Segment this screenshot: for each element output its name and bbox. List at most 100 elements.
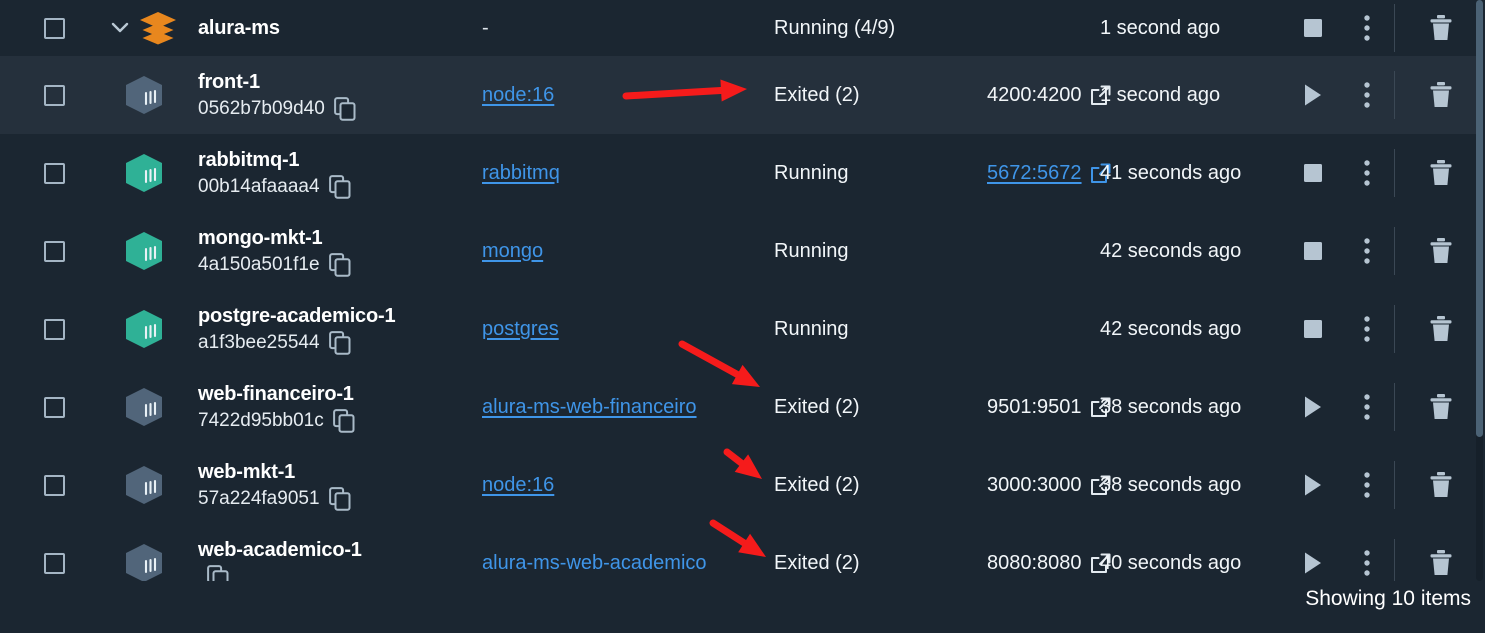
port-cell: 4200:4200: [987, 84, 1111, 107]
row-content: postgre-academico-1 a1f3bee25544 postgres R…: [14, 290, 1478, 368]
stop-button[interactable]: [1302, 318, 1324, 340]
row-select-cell: [14, 240, 94, 262]
delete-button[interactable]: [1428, 549, 1454, 577]
more-actions-cell: [1340, 14, 1394, 42]
row-content: rabbitmq-1 00b14afaaaa4 rabbitmq Running 567…: [14, 134, 1478, 212]
status-text: Exited (2): [774, 83, 860, 106]
start-button[interactable]: [1302, 395, 1324, 419]
row-select-cell: [14, 552, 94, 574]
name-cell: web-academico-1: [194, 538, 482, 581]
row-checkbox[interactable]: [43, 396, 65, 418]
port-mapping[interactable]: 3000:3000: [987, 474, 1082, 497]
copy-id-icon[interactable]: [328, 486, 351, 511]
delete-button[interactable]: [1428, 14, 1454, 42]
image-cell: node:16: [482, 474, 774, 497]
delete-button[interactable]: [1428, 237, 1454, 265]
row-checkbox[interactable]: [43, 162, 65, 184]
container-running-icon: [122, 308, 166, 350]
table-row[interactable]: postgre-academico-1 a1f3bee25544 postgres R…: [0, 290, 1478, 368]
more-actions-icon[interactable]: [1363, 393, 1371, 421]
image-link[interactable]: postgres: [482, 318, 559, 340]
more-actions-icon[interactable]: [1363, 237, 1371, 265]
more-actions-icon[interactable]: [1363, 14, 1371, 42]
name-cell: postgre-academico-1 a1f3bee25544: [194, 304, 482, 355]
image-cell: node:16: [482, 84, 774, 107]
row-content: web-mkt-1 57a224fa9051 node:16 Exited (2) 30…: [14, 446, 1478, 524]
image-cell: -: [482, 17, 774, 40]
delete-button[interactable]: [1428, 315, 1454, 343]
image-none: -: [482, 16, 489, 39]
row-checkbox[interactable]: [43, 17, 65, 39]
delete-button[interactable]: [1428, 393, 1454, 421]
start-button[interactable]: [1302, 473, 1324, 497]
vertical-scrollbar-thumb[interactable]: [1476, 0, 1483, 437]
row-content: web-academico-1 alura-ms-web-academico Exi…: [14, 524, 1478, 581]
port-mapping[interactable]: 4200:4200: [987, 84, 1082, 107]
stop-button[interactable]: [1302, 17, 1324, 39]
container-id-row: 00b14afaaaa4: [198, 174, 482, 199]
table-row[interactable]: web-mkt-1 57a224fa9051 node:16 Exited (2) 30…: [0, 446, 1478, 524]
port-mapping[interactable]: 8080:8080: [987, 552, 1082, 575]
delete-button[interactable]: [1428, 159, 1454, 187]
created-cell: 42 seconds ago: [1100, 240, 1286, 263]
table-row[interactable]: web-financeiro-1 7422d95bb01c alura-ms-web…: [0, 368, 1478, 446]
delete-cell: [1395, 159, 1478, 187]
container-id: 00b14afaaaa4: [198, 176, 320, 197]
copy-id-icon[interactable]: [328, 252, 351, 277]
created-text: 40 seconds ago: [1100, 551, 1242, 574]
image-link[interactable]: node:16: [482, 474, 554, 496]
table-row[interactable]: front-1 0562b7b09d40 node:16 Exited (2) 4200…: [0, 56, 1478, 134]
more-actions-icon[interactable]: [1363, 471, 1371, 499]
image-link[interactable]: mongo: [482, 240, 543, 262]
table-row[interactable]: web-academico-1 alura-ms-web-academico Exi…: [0, 524, 1478, 581]
delete-cell: [1395, 81, 1478, 109]
image-link[interactable]: alura-ms-web-academico: [482, 552, 707, 574]
stop-button[interactable]: [1302, 162, 1324, 184]
delete-button[interactable]: [1428, 471, 1454, 499]
chevron-down-icon[interactable]: [111, 22, 129, 34]
more-actions-icon[interactable]: [1363, 81, 1371, 109]
copy-id-icon[interactable]: [207, 564, 229, 581]
more-actions-icon[interactable]: [1363, 315, 1371, 343]
container-name: web-financeiro-1: [198, 382, 354, 405]
image-link[interactable]: alura-ms-web-financeiro: [482, 396, 697, 418]
created-cell: 40 seconds ago: [1100, 552, 1286, 575]
more-actions-icon[interactable]: [1363, 549, 1371, 577]
stack-icon-group: [111, 11, 177, 45]
image-link[interactable]: node:16: [482, 84, 554, 106]
image-cell: mongo: [482, 240, 774, 263]
port-group: 3000:3000: [987, 474, 1111, 497]
container-name: web-mkt-1: [198, 460, 296, 483]
copy-id-icon[interactable]: [328, 330, 351, 355]
row-checkbox[interactable]: [43, 84, 65, 106]
delete-button[interactable]: [1428, 81, 1454, 109]
row-checkbox[interactable]: [43, 240, 65, 262]
start-button[interactable]: [1302, 551, 1324, 575]
copy-id-icon[interactable]: [332, 408, 355, 433]
start-stop-cell: [1286, 240, 1340, 262]
table-row[interactable]: mongo-mkt-1 4a150a501f1e mongo Running 42 se…: [0, 212, 1478, 290]
copy-id-icon[interactable]: [328, 174, 351, 199]
delete-cell: [1395, 393, 1478, 421]
row-checkbox[interactable]: [43, 474, 65, 496]
status-text: Running: [774, 239, 849, 262]
status-text: Exited (2): [774, 395, 860, 418]
port-mapping[interactable]: 5672:5672: [987, 162, 1082, 185]
stop-button[interactable]: [1302, 240, 1324, 262]
port-mapping[interactable]: 9501:9501: [987, 396, 1082, 419]
start-button[interactable]: [1302, 83, 1324, 107]
more-actions-cell: [1340, 237, 1394, 265]
more-actions-icon[interactable]: [1363, 159, 1371, 187]
row-checkbox[interactable]: [43, 552, 65, 574]
row-checkbox[interactable]: [43, 318, 65, 340]
name-cell: web-financeiro-1 7422d95bb01c: [194, 382, 482, 433]
port-cell: 9501:9501: [987, 396, 1111, 419]
image-link[interactable]: rabbitmq: [482, 162, 560, 184]
delete-cell: [1395, 14, 1478, 42]
stack-row[interactable]: alura-ms - Running (4/9) 1 second ago: [0, 0, 1478, 56]
row-select-cell: [14, 474, 94, 496]
table-row[interactable]: rabbitmq-1 00b14afaaaa4 rabbitmq Running 567…: [0, 134, 1478, 212]
row-icon-cell: [94, 308, 194, 350]
copy-id-icon[interactable]: [333, 96, 356, 121]
container-id: 57a224fa9051: [198, 488, 320, 509]
